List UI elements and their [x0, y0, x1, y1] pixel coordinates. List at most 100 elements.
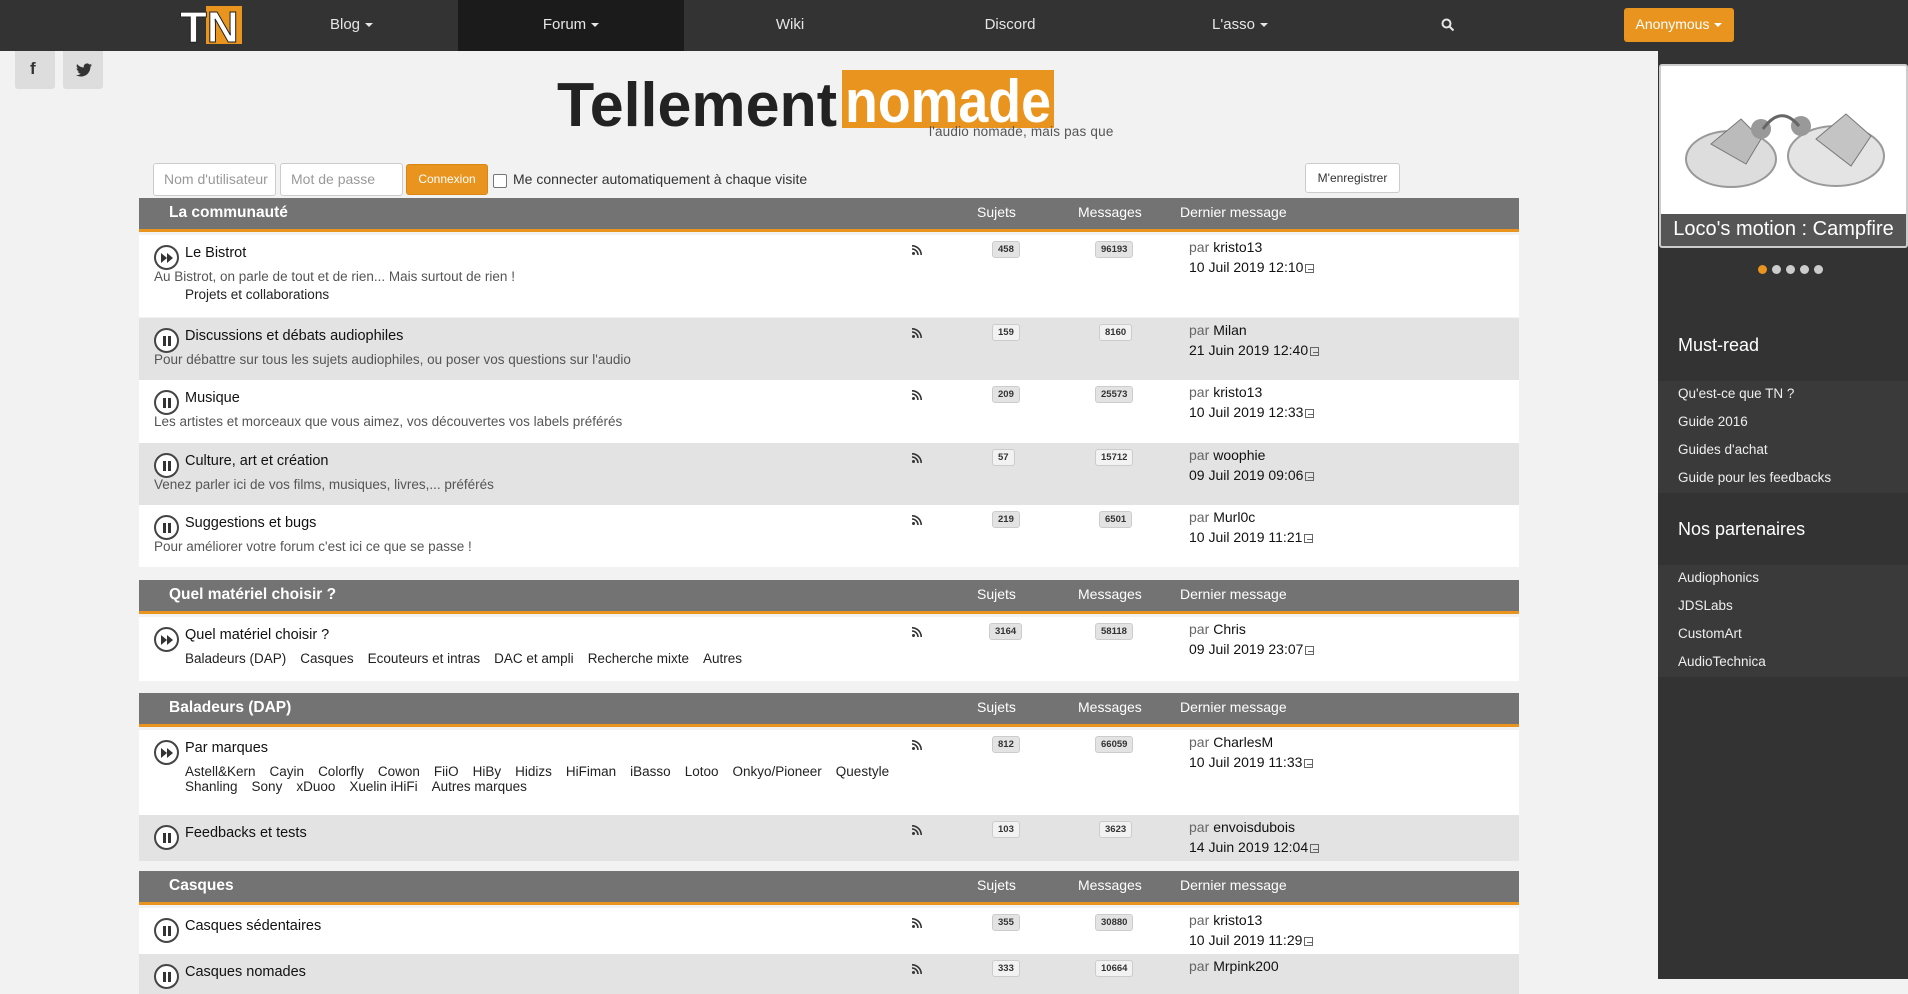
subforum-link[interactable]: Colorfly [318, 764, 364, 779]
goto-last-post-icon[interactable] [1310, 844, 1320, 853]
carousel-dot[interactable] [1786, 265, 1795, 274]
username-input[interactable]: Nom d'utilisateur [153, 163, 276, 196]
rss-icon[interactable] [911, 325, 922, 339]
subforum-link[interactable]: HiBy [473, 764, 502, 779]
subforum-link[interactable]: HiFiman [566, 764, 616, 779]
subforum-list: Projets et collaborations [185, 287, 965, 302]
autologin-checkbox[interactable] [493, 174, 507, 188]
last-post-author[interactable]: Murl0c [1213, 509, 1255, 525]
subforum-link[interactable]: Cowon [378, 764, 420, 779]
goto-last-post-icon[interactable] [1310, 347, 1320, 356]
subforum-link[interactable]: FiiO [434, 764, 459, 779]
last-post-author[interactable]: Chris [1213, 621, 1246, 637]
subforum-link[interactable]: Astell&Kern [185, 764, 256, 779]
subforum-link[interactable]: Projets et collaborations [185, 287, 329, 302]
category-title[interactable]: Quel matériel choisir ? [169, 586, 336, 604]
nav-asso[interactable]: L'asso [1180, 0, 1300, 51]
subforum-link[interactable]: Autres marques [432, 779, 527, 794]
goto-last-post-icon[interactable] [1304, 759, 1314, 768]
last-post-author[interactable]: kristo13 [1213, 384, 1262, 400]
partner-link[interactable]: Audiophonics [1658, 565, 1908, 593]
partner-link[interactable]: JDSLabs [1658, 593, 1908, 621]
subforum-link[interactable]: Sony [252, 779, 283, 794]
subforum-link[interactable]: DAC et ampli [494, 651, 574, 666]
last-post-by-label: par [1189, 958, 1210, 974]
subforum-link[interactable]: Ecouteurs et intras [368, 651, 481, 666]
goto-last-post-icon[interactable] [1304, 937, 1314, 946]
rss-icon[interactable] [911, 387, 922, 401]
forum-title[interactable]: Casques nomades [185, 964, 306, 980]
goto-last-post-icon[interactable] [1305, 264, 1315, 273]
forum-title[interactable]: Feedbacks et tests [185, 825, 307, 841]
twitter-button[interactable] [63, 51, 103, 89]
last-post-author[interactable]: kristo13 [1213, 239, 1262, 255]
subforum-link[interactable]: Lotoo [685, 764, 719, 779]
nav-wiki[interactable]: Wiki [730, 0, 850, 51]
forum-title[interactable]: Quel matériel choisir ? [185, 627, 329, 643]
carousel-dot[interactable] [1772, 265, 1781, 274]
category-title[interactable]: Baladeurs (DAP) [169, 699, 291, 717]
subforum-link[interactable]: Questyle [836, 764, 889, 779]
subforum-link[interactable]: iBasso [630, 764, 671, 779]
carousel-dot[interactable] [1758, 265, 1767, 274]
carousel-dot[interactable] [1814, 265, 1823, 274]
subforum-link[interactable]: Onkyo/Pioneer [732, 764, 821, 779]
goto-last-post-icon[interactable] [1304, 534, 1314, 543]
rss-icon[interactable] [911, 450, 922, 464]
forum-row: Quel matériel choisir ? Baladeurs (DAP) Ca… [139, 617, 1519, 681]
mustread-link[interactable]: Qu'est-ce que TN ? [1658, 381, 1908, 409]
brand-logo[interactable]: TN [176, 2, 246, 47]
rss-icon[interactable] [911, 822, 922, 836]
goto-last-post-icon[interactable] [1305, 472, 1315, 481]
last-post-author[interactable]: envoisdubois [1213, 819, 1295, 835]
category-title[interactable]: La communauté [169, 204, 288, 222]
nav-forum[interactable]: Forum [458, 0, 684, 51]
last-post-author[interactable]: Mrpink200 [1213, 958, 1278, 974]
nav-blog[interactable]: Blog [300, 0, 403, 51]
subforum-link[interactable]: Cayin [270, 764, 305, 779]
register-button[interactable]: M'enregistrer [1305, 163, 1400, 193]
nav-discord[interactable]: Discord [950, 0, 1070, 51]
rss-icon[interactable] [911, 512, 922, 526]
user-menu-button[interactable]: Anonymous [1624, 8, 1734, 42]
rss-icon[interactable] [911, 242, 922, 256]
goto-last-post-icon[interactable] [1305, 409, 1315, 418]
subforum-link[interactable]: xDuoo [296, 779, 335, 794]
subforum-link[interactable]: Casques [300, 651, 353, 666]
rss-icon[interactable] [911, 624, 922, 638]
rss-icon[interactable] [911, 961, 922, 975]
search-icon[interactable] [1441, 18, 1455, 32]
rss-icon[interactable] [911, 915, 922, 929]
subforum-link[interactable]: Hidizs [515, 764, 552, 779]
last-post-author[interactable]: woophie [1213, 447, 1265, 463]
facebook-button[interactable]: f [15, 51, 55, 89]
forum-title[interactable]: Musique [185, 390, 240, 406]
forum-title[interactable]: Par marques [185, 740, 268, 756]
last-post-author[interactable]: kristo13 [1213, 912, 1262, 928]
login-button[interactable]: Connexion [406, 164, 488, 195]
subforum-link[interactable]: Autres [703, 651, 742, 666]
mustread-link[interactable]: Guide pour les feedbacks [1658, 465, 1908, 493]
last-post-author[interactable]: CharlesM [1213, 734, 1273, 750]
subforum-link[interactable]: Recherche mixte [588, 651, 689, 666]
mustread-link[interactable]: Guides d'achat [1658, 437, 1908, 465]
carousel-dot[interactable] [1800, 265, 1809, 274]
forum-title[interactable]: Culture, art et création [185, 453, 328, 469]
partner-link[interactable]: AudioTechnica [1658, 649, 1908, 677]
carousel[interactable]: Loco's motion : Campfire [1659, 64, 1908, 248]
subforum-link[interactable]: Baladeurs (DAP) [185, 651, 286, 666]
mustread-link[interactable]: Guide 2016 [1658, 409, 1908, 437]
svg-text:TN: TN [180, 3, 239, 47]
forum-title[interactable]: Suggestions et bugs [185, 515, 316, 531]
subforum-link[interactable]: Xuelin iHiFi [349, 779, 417, 794]
goto-last-post-icon[interactable] [1305, 646, 1315, 655]
password-input[interactable]: Mot de passe [280, 163, 403, 196]
rss-icon[interactable] [911, 737, 922, 751]
partner-link[interactable]: CustomArt [1658, 621, 1908, 649]
subforum-link[interactable]: Shanling [185, 779, 238, 794]
forum-title[interactable]: Casques sédentaires [185, 918, 321, 934]
forum-title[interactable]: Discussions et débats audiophiles [185, 328, 403, 344]
last-post-author[interactable]: Milan [1213, 322, 1246, 338]
forum-title[interactable]: Le Bistrot [185, 245, 246, 261]
category-title[interactable]: Casques [169, 877, 234, 895]
